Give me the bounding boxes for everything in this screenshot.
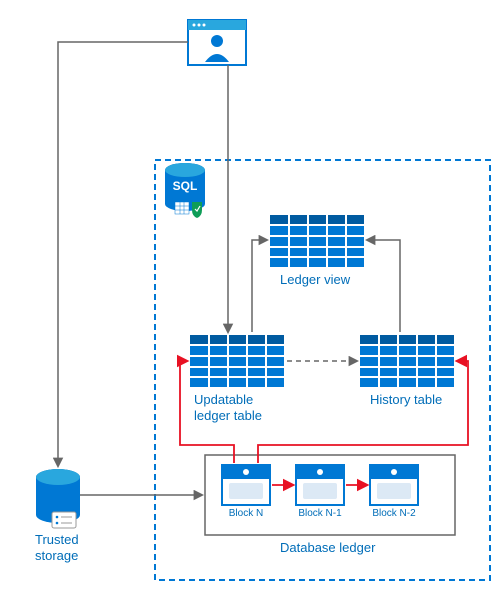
history-table-icon xyxy=(360,335,454,387)
updatable-table-label: Updatable ledger table xyxy=(194,392,262,423)
sql-database-icon: SQL xyxy=(165,163,205,218)
block-n2-label: Block N-2 xyxy=(370,508,418,519)
block-n1-label: Block N-1 xyxy=(296,508,344,519)
block-n2-icon xyxy=(370,465,418,505)
ledger-view-label: Ledger view xyxy=(280,272,350,288)
history-table-label: History table xyxy=(370,392,442,408)
ledger-view-table-icon xyxy=(270,215,364,267)
block-n1-icon xyxy=(296,465,344,505)
diagram-svg: SQL xyxy=(0,0,500,590)
svg-text:SQL: SQL xyxy=(173,179,198,193)
browser-window-icon xyxy=(188,20,246,65)
database-ledger-label: Database ledger xyxy=(280,540,375,556)
arrow-updatable-to-view xyxy=(252,240,267,332)
diagram-canvas: SQL xyxy=(0,0,500,590)
block-n-label: Block N xyxy=(222,508,270,519)
trusted-storage-icon xyxy=(36,469,80,528)
arrow-history-to-view xyxy=(367,240,400,332)
block-n-icon xyxy=(222,465,270,505)
updatable-table-icon xyxy=(190,335,284,387)
trusted-storage-label: Trusted storage xyxy=(35,532,79,563)
arrow-user-to-storage xyxy=(58,42,188,466)
